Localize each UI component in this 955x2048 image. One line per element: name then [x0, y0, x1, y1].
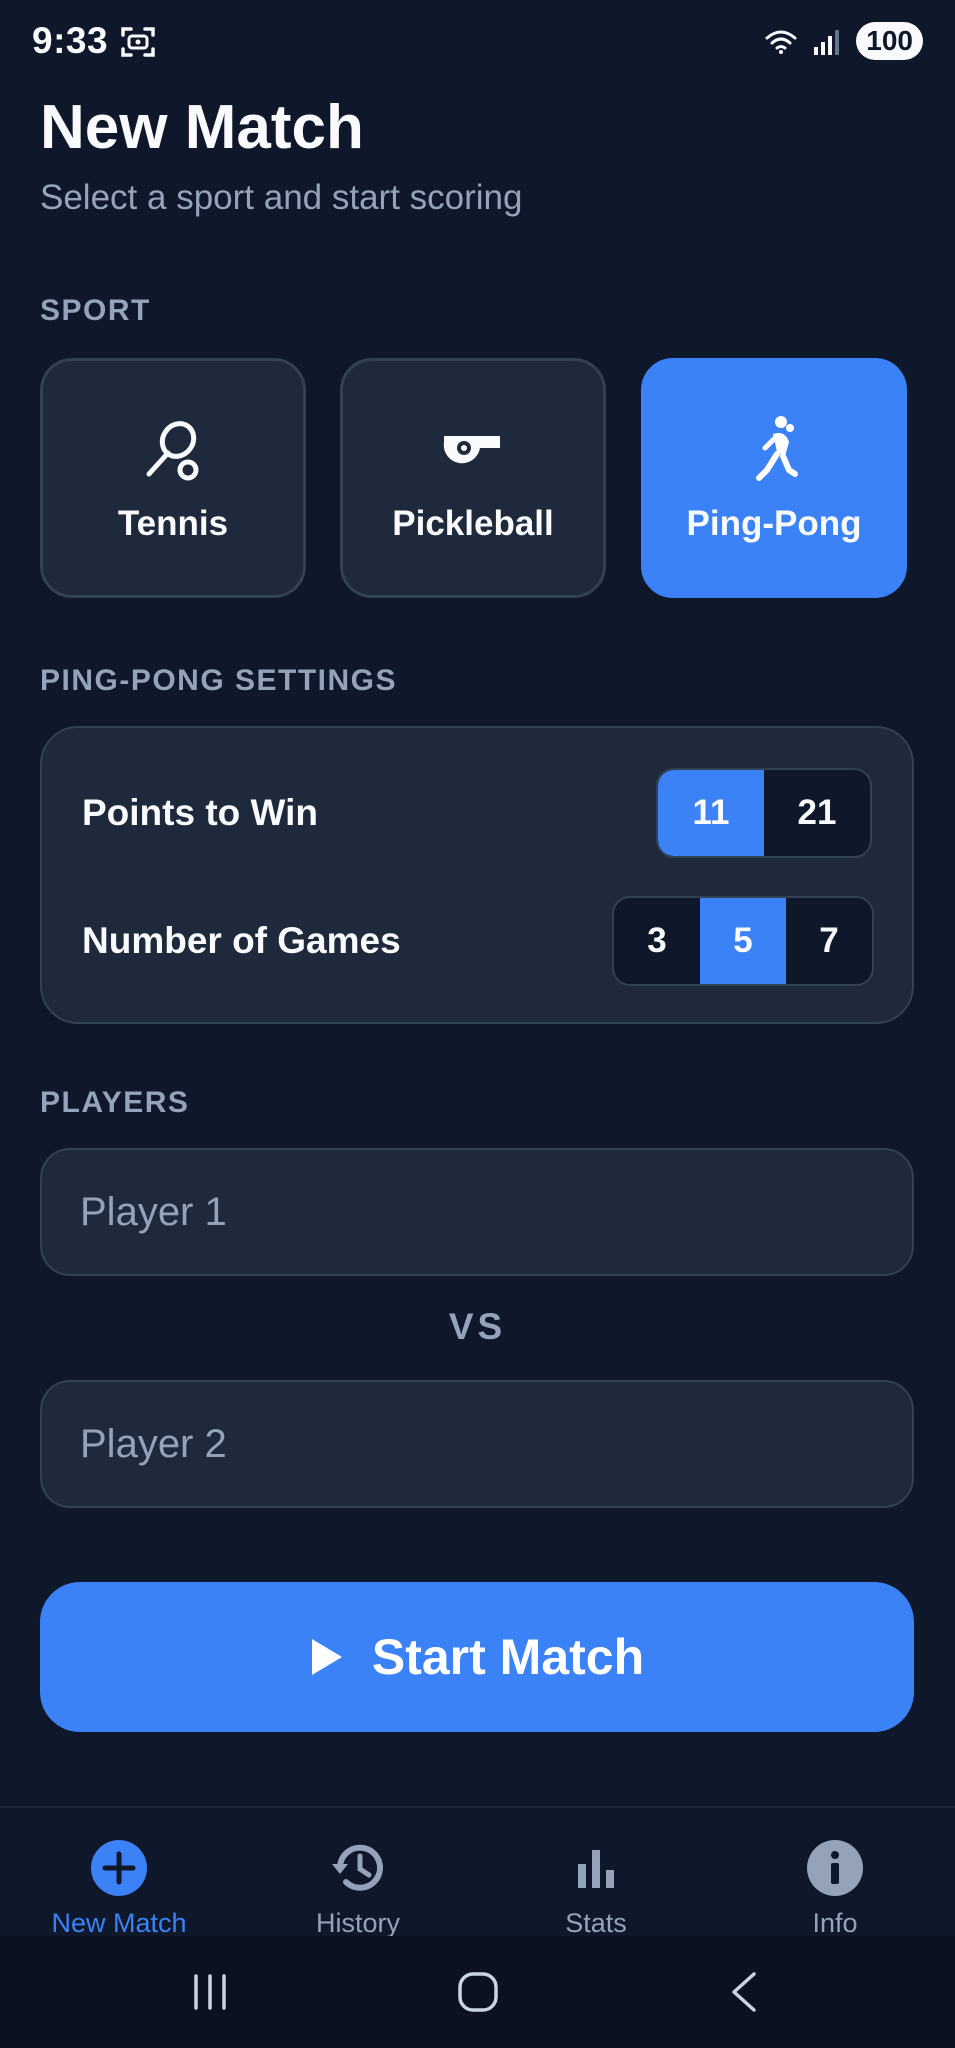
nav-item-new-match[interactable]: New Match — [0, 1838, 238, 1939]
status-bar: 9:33 100 — [0, 0, 955, 86]
sport-label-pickleball: Pickleball — [392, 504, 554, 543]
player2-input[interactable] — [40, 1380, 914, 1508]
nav-item-history[interactable]: History — [239, 1838, 477, 1939]
back-icon[interactable] — [728, 1970, 760, 2014]
points-to-win-label: Points to Win — [82, 792, 319, 833]
play-icon — [311, 1639, 342, 1675]
screen-record-icon — [121, 27, 155, 57]
start-match-button[interactable]: Start Match — [40, 1582, 914, 1732]
nav-label-info: Info — [812, 1908, 858, 1938]
points-to-win-selector: 11 21 — [656, 768, 872, 858]
home-icon[interactable] — [456, 1970, 500, 2014]
nav-item-info[interactable]: Info — [716, 1838, 954, 1939]
wifi-icon — [765, 30, 797, 54]
player-icon — [756, 416, 798, 481]
player1-input[interactable] — [40, 1148, 914, 1276]
status-icons: 100 — [764, 22, 923, 60]
points-option-11[interactable]: 11 — [658, 770, 764, 856]
players-section-label: PLAYERS — [40, 1086, 190, 1119]
add-circle-icon — [91, 1840, 147, 1896]
sport-option-pickleball[interactable]: Pickleball — [340, 358, 606, 598]
nav-label-new-match: New Match — [51, 1908, 187, 1938]
signal-icon — [814, 30, 840, 55]
settings-section-label: PING-PONG SETTINGS — [40, 664, 398, 697]
games-option-7[interactable]: 7 — [786, 898, 872, 984]
points-option-21[interactable]: 21 — [764, 770, 870, 856]
info-icon — [807, 1840, 863, 1896]
sport-option-tennis[interactable]: Tennis — [40, 358, 306, 598]
tennis-racket-icon — [146, 421, 199, 481]
history-icon — [332, 1844, 383, 1891]
number-of-games-label: Number of Games — [82, 920, 401, 961]
games-option-5[interactable]: 5 — [700, 898, 786, 984]
battery-indicator: 100 — [856, 22, 923, 60]
settings-card: Points to Win 11 21 Number of Games 3 5 … — [40, 726, 914, 1024]
sport-label-tennis: Tennis — [117, 504, 229, 543]
whistle-icon — [443, 436, 500, 464]
games-option-3[interactable]: 3 — [614, 898, 700, 984]
page-title: New Match — [40, 93, 364, 162]
nav-divider — [0, 1806, 955, 1808]
sport-label-ping-pong: Ping-Pong — [686, 504, 862, 543]
recent-apps-icon[interactable] — [190, 1972, 230, 2012]
sport-option-ping-pong[interactable]: Ping-Pong — [641, 358, 907, 598]
bar-chart-icon — [578, 1850, 614, 1888]
page-subtitle: Select a sport and start scoring — [40, 178, 523, 217]
nav-label-history: History — [315, 1908, 400, 1938]
system-nav-bar — [0, 1936, 955, 2048]
vs-label: VS — [448, 1306, 507, 1347]
nav-label-stats: Stats — [565, 1908, 627, 1938]
number-of-games-selector: 3 5 7 — [612, 896, 874, 986]
status-time: 9:33 — [32, 20, 109, 61]
nav-item-stats[interactable]: Stats — [477, 1838, 715, 1939]
start-match-label: Start Match — [371, 1629, 645, 1685]
sport-section-label: SPORT — [40, 294, 151, 327]
